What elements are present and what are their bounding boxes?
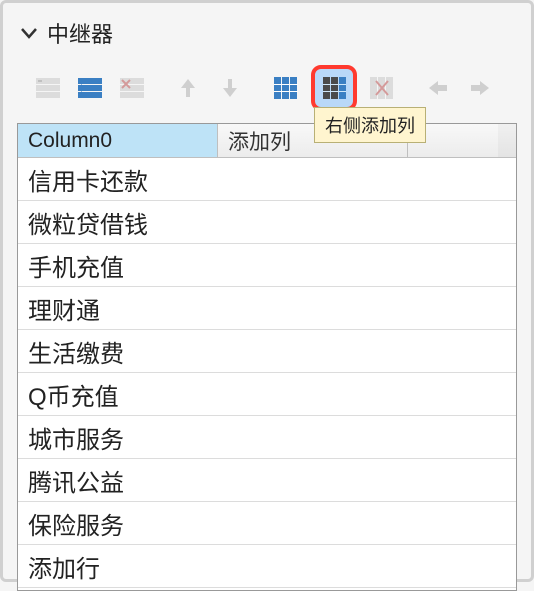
move-left-icon[interactable]	[421, 72, 455, 104]
table-row[interactable]: Q币充值	[18, 373, 516, 416]
add-row-above-icon[interactable]	[31, 72, 65, 104]
add-column-left-icon[interactable]	[269, 72, 303, 104]
collapse-chevron-icon[interactable]	[21, 27, 37, 39]
panel-header: 中继器	[3, 3, 531, 57]
table-row[interactable]: 理财通	[18, 287, 516, 330]
tooltip: 右侧添加列	[314, 107, 426, 143]
table-row[interactable]: 生活缴费	[18, 330, 516, 373]
table-row[interactable]: 手机充值	[18, 244, 516, 287]
toolbar: 右侧添加列	[3, 57, 531, 123]
scroll-gutter	[498, 124, 516, 157]
column-header-0[interactable]: Column0	[18, 124, 218, 157]
table-row[interactable]: 腾讯公益	[18, 459, 516, 502]
move-right-icon[interactable]	[463, 72, 497, 104]
move-up-icon[interactable]	[171, 72, 205, 104]
table-row[interactable]: 信用卡还款	[18, 158, 516, 201]
add-row-below-icon[interactable]	[73, 72, 107, 104]
table-row[interactable]: 城市服务	[18, 416, 516, 459]
table-row[interactable]: 微粒贷借钱	[18, 201, 516, 244]
data-table: Column0 添加列 信用卡还款微粒贷借钱手机充值理财通生活缴费Q币充值城市服…	[17, 123, 517, 591]
table-body: 信用卡还款微粒贷借钱手机充值理财通生活缴费Q币充值城市服务腾讯公益保险服务添加行	[18, 158, 516, 588]
move-down-icon[interactable]	[213, 72, 247, 104]
table-header-row: Column0 添加列	[18, 124, 516, 158]
delete-column-icon[interactable]	[365, 72, 399, 104]
delete-row-icon[interactable]	[115, 72, 149, 104]
panel-title: 中继器	[47, 17, 113, 49]
add-column-right-button[interactable]	[311, 65, 357, 111]
table-row[interactable]: 保险服务	[18, 502, 516, 545]
repeater-panel: 中继器	[0, 0, 534, 582]
